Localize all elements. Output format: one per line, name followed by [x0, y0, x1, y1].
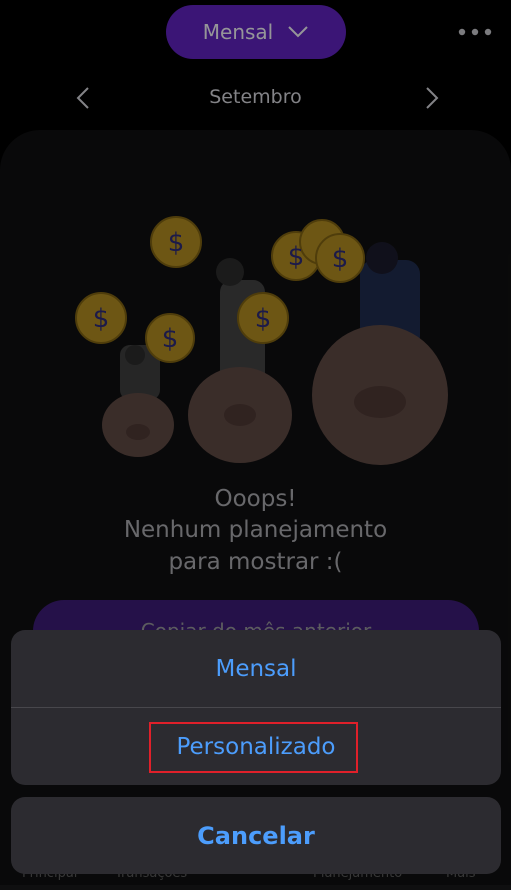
option-mensal-label: Mensal — [215, 655, 297, 682]
selection-highlight-box — [149, 722, 358, 773]
action-sheet: Mensal Personalizado — [11, 630, 501, 785]
option-mensal[interactable]: Mensal — [11, 630, 501, 707]
cancel-button[interactable]: Cancelar — [11, 797, 501, 874]
cancel-button-label: Cancelar — [197, 821, 315, 850]
